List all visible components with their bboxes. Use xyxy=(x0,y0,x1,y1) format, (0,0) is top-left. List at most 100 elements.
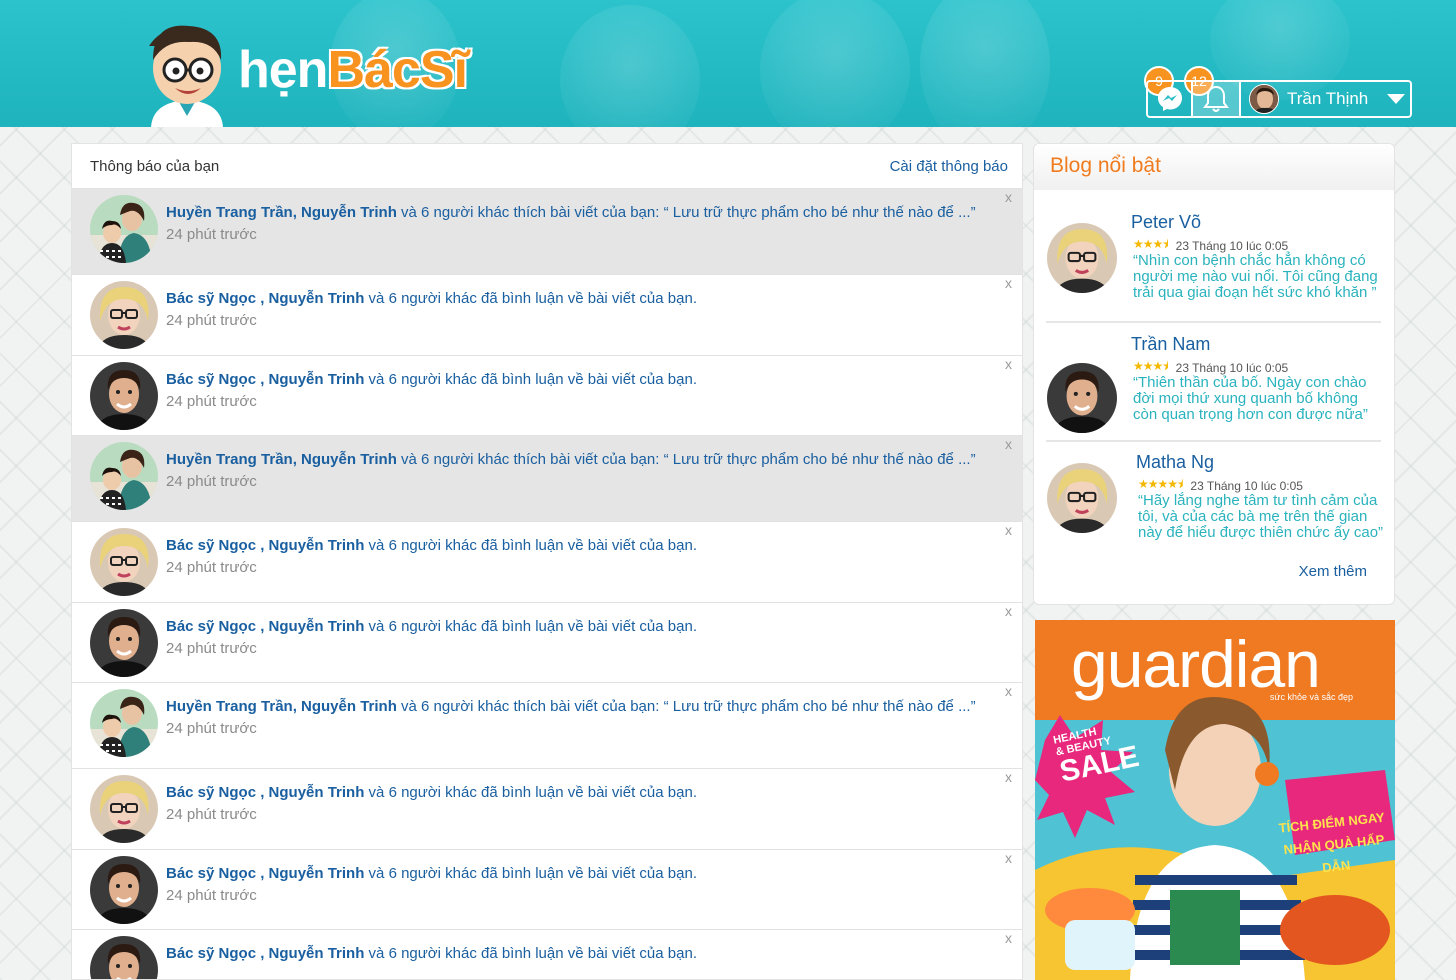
notifications-panel: Thông báo của bạn Cài đặt thông báo Huyề… xyxy=(71,143,1023,980)
notification-actor-names[interactable]: Bác sỹ Ngọc , Nguyễn Trinh xyxy=(166,618,364,635)
site-header: hẹnBácSĩ 9 12 Trần Thịnh xyxy=(0,0,1456,127)
notification-avatar[interactable] xyxy=(90,775,158,843)
notification-actor-names[interactable]: Bác sỹ Ngọc , Nguyễn Trinh xyxy=(166,371,364,388)
blog-author-avatar[interactable] xyxy=(1047,363,1117,433)
notification-action-text: và 6 người khác đã bình luận về bài viết… xyxy=(364,865,697,882)
notification-text: Huyền Trang Trần, Nguyễn Trinh và 6 ngườ… xyxy=(166,698,976,737)
user-name: Trần Thịnh xyxy=(1287,89,1369,108)
notifications-header: Thông báo của bạn Cài đặt thông báo xyxy=(72,144,1022,188)
notifications-list: Huyền Trang Trần, Nguyễn Trinh và 6 ngườ… xyxy=(72,188,1022,980)
site-logo[interactable]: hẹnBácSĩ xyxy=(238,41,468,99)
dismiss-notification-button[interactable]: x xyxy=(1005,356,1012,372)
notification-text: Bác sỹ Ngọc , Nguyễn Trinh và 6 người kh… xyxy=(166,537,697,576)
notification-avatar[interactable] xyxy=(90,195,158,263)
notification-action-text: và 6 người khác đã bình luận về bài viết… xyxy=(364,537,697,554)
notification-text: Bác sỹ Ngọc , Nguyễn Trinh và 6 người kh… xyxy=(166,618,697,657)
notification-action-text: và 6 người khác đã bình luận về bài viết… xyxy=(364,371,697,388)
blog-author-avatar[interactable] xyxy=(1047,463,1117,533)
messenger-button[interactable] xyxy=(1148,82,1193,116)
header-bg-face xyxy=(920,0,1050,127)
blog-post[interactable]: Matha Ng ★★★★⯨ 23 Tháng 10 lúc 0:05 “Hãy lắ… xyxy=(1046,452,1383,562)
notification-text: Bác sỹ Ngọc , Nguyễn Trinh và 6 người kh… xyxy=(166,290,697,329)
bell-icon xyxy=(1203,85,1229,112)
dismiss-notification-button[interactable]: x xyxy=(1005,769,1012,785)
notification-actor-names[interactable]: Bác sỹ Ngọc , Nguyễn Trinh xyxy=(166,537,364,554)
blog-post[interactable]: Trần Nam ★★★⯨ 23 Tháng 10 lúc 0:05 “Thiên t… xyxy=(1046,334,1381,444)
notification-item[interactable]: Huyền Trang Trần, Nguyễn Trinh và 6 ngườ… xyxy=(72,188,1022,274)
dismiss-notification-button[interactable]: x xyxy=(1005,850,1012,866)
notification-text: Huyền Trang Trần, Nguyễn Trinh và 6 ngườ… xyxy=(166,204,976,243)
blog-author-name[interactable]: Trần Nam xyxy=(1131,334,1210,355)
featured-blog-header: Blog nổi bật xyxy=(1034,144,1394,190)
notification-message: Bác sỹ Ngọc , Nguyễn Trinh và 6 người kh… xyxy=(166,290,697,307)
notification-time: 24 phút trước xyxy=(166,806,257,823)
notification-action-text: và 6 người khác thích bài viết của bạn: … xyxy=(396,204,976,221)
notification-settings-link[interactable]: Cài đặt thông báo xyxy=(890,158,1008,175)
user-menu-dropdown[interactable]: Trần Thịnh xyxy=(1241,84,1410,114)
notification-actor-names[interactable]: Huyền Trang Trần, Nguyễn Trinh xyxy=(166,698,397,715)
notification-item[interactable]: Huyền Trang Trần, Nguyễn Trinh và 6 ngườ… xyxy=(72,435,1022,521)
blog-post[interactable]: Peter Võ ★★★⯨ 23 Tháng 10 lúc 0:05 “Nhìn co… xyxy=(1046,212,1381,322)
notification-item[interactable]: Bác sỹ Ngọc , Nguyễn Trinh và 6 người kh… xyxy=(72,274,1022,355)
messenger-icon xyxy=(1157,87,1182,111)
notification-avatar[interactable] xyxy=(90,362,158,430)
notification-message: Bác sỹ Ngọc , Nguyễn Trinh và 6 người kh… xyxy=(166,537,697,554)
doctor-mascot-logo[interactable] xyxy=(143,20,231,127)
notification-text: Bác sỹ Ngọc , Nguyễn Trinh và 6 người kh… xyxy=(166,371,697,410)
see-more-link[interactable]: Xem thêm xyxy=(1299,563,1367,580)
notification-item[interactable]: Bác sỹ Ngọc , Nguyễn Trinh và 6 người kh… xyxy=(72,521,1022,602)
dismiss-notification-button[interactable]: x xyxy=(1005,275,1012,291)
notification-text: Bác sỹ Ngọc , Nguyễn Trinh và 6 người kh… xyxy=(166,865,697,904)
dismiss-notification-button[interactable]: x xyxy=(1005,436,1012,452)
notification-time: 24 phút trước xyxy=(166,640,257,657)
notification-item[interactable]: Bác sỹ Ngọc , Nguyễn Trinh và 6 người kh… xyxy=(72,849,1022,929)
dismiss-notification-button[interactable]: x xyxy=(1005,522,1012,538)
notification-avatar[interactable] xyxy=(90,442,158,510)
notification-action-text: và 6 người khác đã bình luận về bài viết… xyxy=(364,290,697,307)
user-avatar xyxy=(1249,84,1279,114)
dismiss-notification-button[interactable]: x xyxy=(1005,930,1012,946)
notification-actor-names[interactable]: Bác sỹ Ngọc , Nguyễn Trinh xyxy=(166,945,364,962)
notification-actor-names[interactable]: Huyền Trang Trần, Nguyễn Trinh xyxy=(166,451,397,468)
notification-action-text: và 6 người khác đã bình luận về bài viết… xyxy=(364,945,697,962)
notification-text: Bác sỹ Ngọc , Nguyễn Trinh và 6 người kh… xyxy=(166,945,697,967)
notification-avatar[interactable] xyxy=(90,936,158,980)
guardian-ad-banner[interactable]: guardian sức khỏe và sắc đẹp HEALTH & BE… xyxy=(1035,620,1395,980)
notification-item[interactable]: Bác sỹ Ngọc , Nguyễn Trinh và 6 người kh… xyxy=(72,355,1022,435)
notification-time: 24 phút trước xyxy=(166,473,257,490)
notification-time: 24 phút trước xyxy=(166,720,257,737)
featured-blog-widget: Blog nổi bật Peter Võ ★★★⯨ 23 Tháng 10 lúc… xyxy=(1033,143,1395,605)
notification-avatar[interactable] xyxy=(90,856,158,924)
dismiss-notification-button[interactable]: x xyxy=(1005,683,1012,699)
notification-message: Bác sỹ Ngọc , Nguyễn Trinh và 6 người kh… xyxy=(166,865,697,882)
blog-author-name[interactable]: Peter Võ xyxy=(1131,212,1201,233)
notification-actor-names[interactable]: Bác sỹ Ngọc , Nguyễn Trinh xyxy=(166,290,364,307)
blog-author-avatar[interactable] xyxy=(1047,223,1117,293)
notification-actor-names[interactable]: Huyền Trang Trần, Nguyễn Trinh xyxy=(166,204,397,221)
dismiss-notification-button[interactable]: x xyxy=(1005,603,1012,619)
notification-avatar[interactable] xyxy=(90,609,158,677)
notification-actor-names[interactable]: Bác sỹ Ngọc , Nguyễn Trinh xyxy=(166,865,364,882)
blog-post-excerpt[interactable]: “Hãy lắng nghe tâm tư tình cảm của tôi, … xyxy=(1138,493,1386,541)
notifications-button[interactable] xyxy=(1193,82,1241,116)
notification-avatar[interactable] xyxy=(90,528,158,596)
notification-actor-names[interactable]: Bác sỹ Ngọc , Nguyễn Trinh xyxy=(166,784,364,801)
notification-avatar[interactable] xyxy=(90,281,158,349)
dismiss-notification-button[interactable]: x xyxy=(1005,189,1012,205)
notification-item[interactable]: Bác sỹ Ngọc , Nguyễn Trinh và 6 người kh… xyxy=(72,929,1022,980)
header-bg-face xyxy=(760,0,910,127)
notification-item[interactable]: Bác sỹ Ngọc , Nguyễn Trinh và 6 người kh… xyxy=(72,602,1022,682)
blog-post-date: 23 Tháng 10 lúc 0:05 xyxy=(1190,478,1303,493)
header-bg-face xyxy=(560,5,700,127)
blog-author-name[interactable]: Matha Ng xyxy=(1136,452,1214,473)
notification-avatar[interactable] xyxy=(90,689,158,757)
notification-item[interactable]: Huyền Trang Trần, Nguyễn Trinh và 6 ngườ… xyxy=(72,682,1022,768)
blog-post-excerpt[interactable]: “Thiên thần của bố. Ngày con chào đời mọ… xyxy=(1133,375,1381,423)
logo-bacsi-text: BácSĩ xyxy=(327,41,468,99)
notification-item[interactable]: Bác sỹ Ngọc , Nguyễn Trinh và 6 người kh… xyxy=(72,768,1022,849)
notification-text: Bác sỹ Ngọc , Nguyễn Trinh và 6 người kh… xyxy=(166,784,697,823)
notification-text: Huyền Trang Trần, Nguyễn Trinh và 6 ngườ… xyxy=(166,451,976,490)
ad-tagline: sức khỏe và sắc đẹp xyxy=(1269,692,1353,702)
blog-post-excerpt[interactable]: “Nhìn con bệnh chắc hẳn không có người m… xyxy=(1133,253,1381,301)
ad-brand: guardian xyxy=(1071,627,1321,701)
